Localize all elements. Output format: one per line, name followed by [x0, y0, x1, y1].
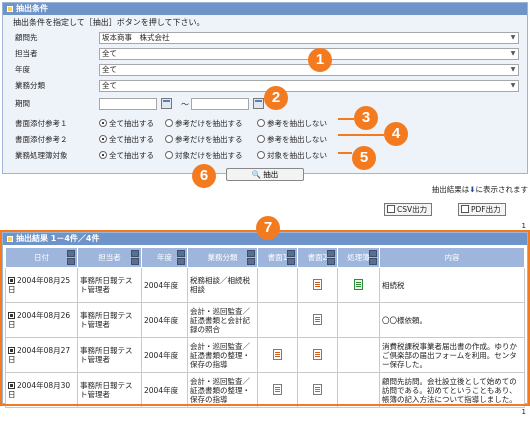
field-row-year: 年度 全て ▼: [13, 63, 521, 77]
select-value: 全て: [102, 81, 117, 90]
period-separator: 〜: [181, 100, 189, 109]
result-note: 抽出結果は⬇に表示されます: [432, 184, 528, 195]
chevron-down-icon: ▼: [510, 34, 516, 41]
callout-badge-4: 4: [384, 122, 408, 146]
csv-export-button[interactable]: CSV出力: [384, 203, 433, 216]
condition-panel-title: 抽出条件: [16, 4, 48, 13]
radio-row-attach1: 書面添付参考１ 全て抽出する 参考だけを抽出する 参考を抽出しない: [13, 117, 521, 131]
callout-leader-4: [338, 134, 384, 136]
radio-label: 対象を抽出しない: [267, 151, 327, 160]
radio-label: 全て抽出する: [109, 151, 154, 160]
pdf-label: PDF出力: [471, 205, 501, 214]
result-note-suffix: に表示されます: [475, 185, 529, 194]
search-button[interactable]: 🔍 抽出: [226, 168, 304, 181]
magnifier-icon: 🔍: [251, 170, 262, 179]
callout-leader-5: [338, 152, 352, 154]
search-button-label: 抽出: [263, 170, 279, 179]
pdf-export-button[interactable]: PDF出力: [458, 203, 506, 216]
radio-label: 参考だけを抽出する: [175, 135, 243, 144]
field-row-staff: 担当者 全て ▼: [13, 47, 521, 61]
radio-label: 参考だけを抽出する: [175, 119, 243, 128]
radio-row-attach2: 書面添付参考２ 全て抽出する 参考だけを抽出する 参考を抽出しない: [13, 133, 521, 147]
field-label: 業務処理簿対象: [15, 151, 68, 160]
radio-label: 対象だけを抽出する: [175, 151, 243, 160]
radio-exclude[interactable]: 対象を抽出しない: [257, 151, 327, 161]
instruction-text: 抽出条件を指定して［抽出］ボタンを押して下さい。: [13, 18, 205, 27]
field-row-client: 顧問先 坂本商事 株式会社 ▼: [13, 31, 521, 45]
radio-label: 全て抽出する: [109, 119, 154, 128]
field-label: 期間: [15, 99, 30, 108]
calendar-icon[interactable]: [161, 98, 172, 109]
chevron-down-icon: ▼: [510, 50, 516, 57]
callout-badge-7: 7: [256, 216, 280, 240]
pdf-file-icon: [461, 205, 469, 213]
period-end-input[interactable]: [191, 98, 249, 110]
category-select[interactable]: 全て ▼: [99, 80, 519, 92]
radio-all[interactable]: 全て抽出する: [99, 135, 154, 145]
results-highlight-frame: [0, 230, 530, 406]
field-label: 書面添付参考１: [15, 119, 68, 128]
radio-label: 参考を抽出しない: [267, 135, 327, 144]
condition-panel: 抽出条件 抽出条件を指定して［抽出］ボタンを押して下さい。 顧問先 坂本商事 株…: [2, 2, 528, 174]
radio-all[interactable]: 全て抽出する: [99, 151, 154, 161]
radio-exclude[interactable]: 参考を抽出しない: [257, 135, 327, 145]
condition-panel-header: 抽出条件: [3, 3, 527, 15]
radio-label: 参考を抽出しない: [267, 119, 327, 128]
csv-label: CSV出力: [397, 205, 428, 214]
field-label: 担当者: [15, 49, 38, 58]
period-start-input[interactable]: [99, 98, 157, 110]
callout-badge-5: 5: [352, 146, 376, 170]
chevron-down-icon: ▼: [510, 66, 516, 73]
select-value: 全て: [102, 49, 117, 58]
callout-badge-3: 3: [354, 106, 378, 130]
radio-exclude[interactable]: 参考を抽出しない: [257, 119, 327, 129]
page-number-bottom: 1: [521, 408, 526, 416]
client-select[interactable]: 坂本商事 株式会社 ▼: [99, 32, 519, 44]
panel-marker-icon: [7, 6, 13, 12]
chevron-down-icon: ▼: [510, 82, 516, 89]
field-label: 年度: [15, 65, 30, 74]
radio-only[interactable]: 対象だけを抽出する: [165, 151, 243, 161]
radio-only[interactable]: 参考だけを抽出する: [165, 119, 243, 129]
field-label: 業務分類: [15, 81, 45, 90]
select-value: 全て: [102, 65, 117, 74]
callout-leader-3: [338, 118, 354, 120]
radio-row-ledger: 業務処理簿対象 全て抽出する 対象だけを抽出する 対象を抽出しない: [13, 149, 521, 163]
callout-badge-2: 2: [264, 86, 288, 110]
radio-all[interactable]: 全て抽出する: [99, 119, 154, 129]
calendar-icon[interactable]: [253, 98, 264, 109]
result-note-prefix: 抽出結果は: [431, 185, 470, 194]
select-value: 坂本商事 株式会社: [102, 33, 170, 42]
field-label: 書面添付参考２: [15, 135, 68, 144]
radio-label: 全て抽出する: [109, 135, 154, 144]
radio-only[interactable]: 参考だけを抽出する: [165, 135, 243, 145]
field-label: 顧問先: [15, 33, 38, 42]
callout-badge-1: 1: [308, 48, 332, 72]
csv-file-icon: [387, 205, 395, 213]
callout-badge-6: 6: [192, 164, 216, 188]
page-number-top: 1: [521, 222, 526, 230]
